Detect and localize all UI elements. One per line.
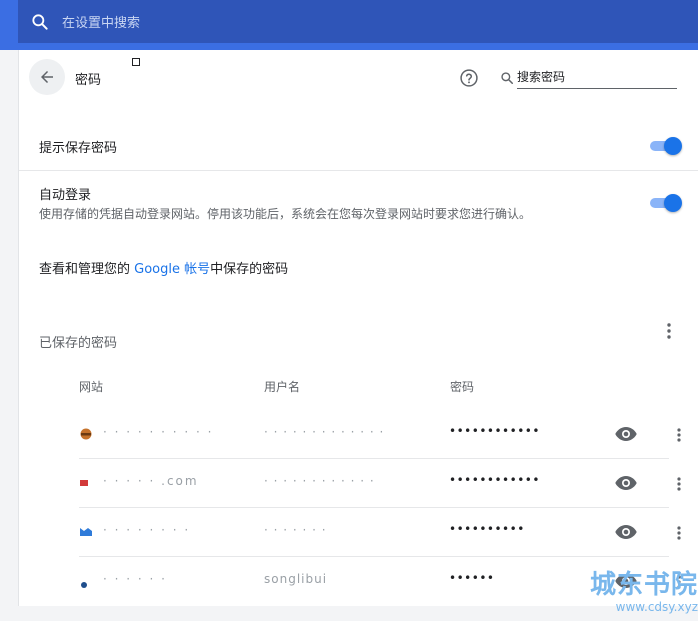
offer-to-save-toggle[interactable]	[648, 137, 682, 155]
passwords-card: 密码 提示保存密码 自动登录 使用存储的凭据自动登录网站。停用该功能后，系统会在…	[18, 50, 698, 606]
arrow-back-icon	[41, 71, 53, 83]
settings-search-placeholder[interactable]: 在设置中搜索	[62, 12, 140, 31]
manage-account-text: 查看和管理您的 Google 帐号中保存的密码	[39, 258, 288, 277]
google-account-link[interactable]: Google 帐号	[134, 262, 210, 277]
password-row[interactable]: · · · · · · · · · · · · · · · · · · · · …	[79, 411, 681, 459]
show-password-icon[interactable]	[614, 424, 638, 444]
page-title: 密码	[75, 73, 102, 88]
password-masked: ••••••	[449, 571, 495, 585]
help-icon[interactable]	[459, 68, 479, 88]
show-password-icon[interactable]	[614, 473, 638, 493]
watermark-main: 城东书院	[589, 570, 698, 600]
site-name: · · · · · · · · · ·	[103, 425, 214, 439]
password-masked: ••••••••••	[449, 522, 525, 536]
row-menu-button[interactable]	[669, 474, 689, 494]
row-divider	[79, 507, 669, 508]
password-row[interactable]: · · · · · .com · · · · · · · · · · · · •…	[79, 460, 681, 508]
site-favicon	[81, 582, 87, 588]
saved-passwords-title: 已保存的密码	[39, 336, 118, 351]
auto-signin-description: 使用存储的凭据自动登录网站。停用该功能后，系统会在您每次登录网站时要求您进行确认…	[39, 207, 532, 221]
back-button[interactable]	[29, 59, 65, 95]
column-header-site: 网站	[79, 380, 104, 394]
manage-prefix: 查看和管理您的	[39, 262, 135, 277]
auto-signin-toggle[interactable]	[648, 194, 682, 212]
more-vert-icon	[667, 323, 671, 339]
more-vert-icon	[677, 477, 681, 491]
site-name: · · · · · · · ·	[103, 523, 191, 537]
password-row[interactable]: · · · · · · · · · · · · · · · ••••••••••	[79, 509, 681, 557]
site-favicon	[80, 480, 88, 486]
auto-signin-label: 自动登录	[39, 188, 92, 203]
toggle-knob	[664, 194, 682, 212]
row-menu-button[interactable]	[669, 523, 689, 543]
more-vert-icon	[677, 526, 681, 540]
password-search-input[interactable]	[517, 66, 677, 89]
site-name: · · · · · .com	[103, 474, 199, 488]
more-vert-icon	[677, 428, 681, 442]
password-masked: ••••••••••••	[449, 424, 540, 438]
offer-to-save-label: 提示保存密码	[39, 141, 118, 156]
manage-suffix: 中保存的密码	[210, 262, 289, 277]
watermark: 城东书院 www.cdsy.xyz	[574, 570, 698, 621]
search-icon	[32, 13, 48, 30]
cursor-marker	[132, 58, 140, 66]
toggle-knob	[664, 137, 682, 155]
watermark-url: www.cdsy.xyz	[615, 600, 698, 614]
password-search-icon	[501, 72, 514, 85]
settings-search-bar[interactable]: 在设置中搜索	[18, 0, 698, 43]
username: · · · · · · ·	[264, 523, 327, 537]
column-header-password: 密码	[450, 380, 475, 394]
row-divider	[79, 458, 669, 459]
row-divider	[79, 556, 669, 557]
username: songlibui	[264, 572, 328, 586]
site-favicon	[80, 528, 92, 536]
show-password-icon[interactable]	[614, 522, 638, 542]
username: · · · · · · · · · · · · ·	[264, 425, 385, 439]
saved-passwords-menu-button[interactable]	[659, 321, 679, 341]
row-menu-button[interactable]	[669, 425, 689, 445]
username: · · · · · · · · · · · ·	[264, 474, 375, 488]
column-header-username: 用户名	[264, 380, 301, 394]
site-favicon	[80, 428, 92, 440]
top-bar: 在设置中搜索	[0, 0, 698, 50]
site-name: · · · · · ·	[103, 572, 167, 586]
divider	[19, 170, 698, 171]
password-masked: ••••••••••••	[449, 473, 540, 487]
left-gutter	[0, 50, 18, 621]
